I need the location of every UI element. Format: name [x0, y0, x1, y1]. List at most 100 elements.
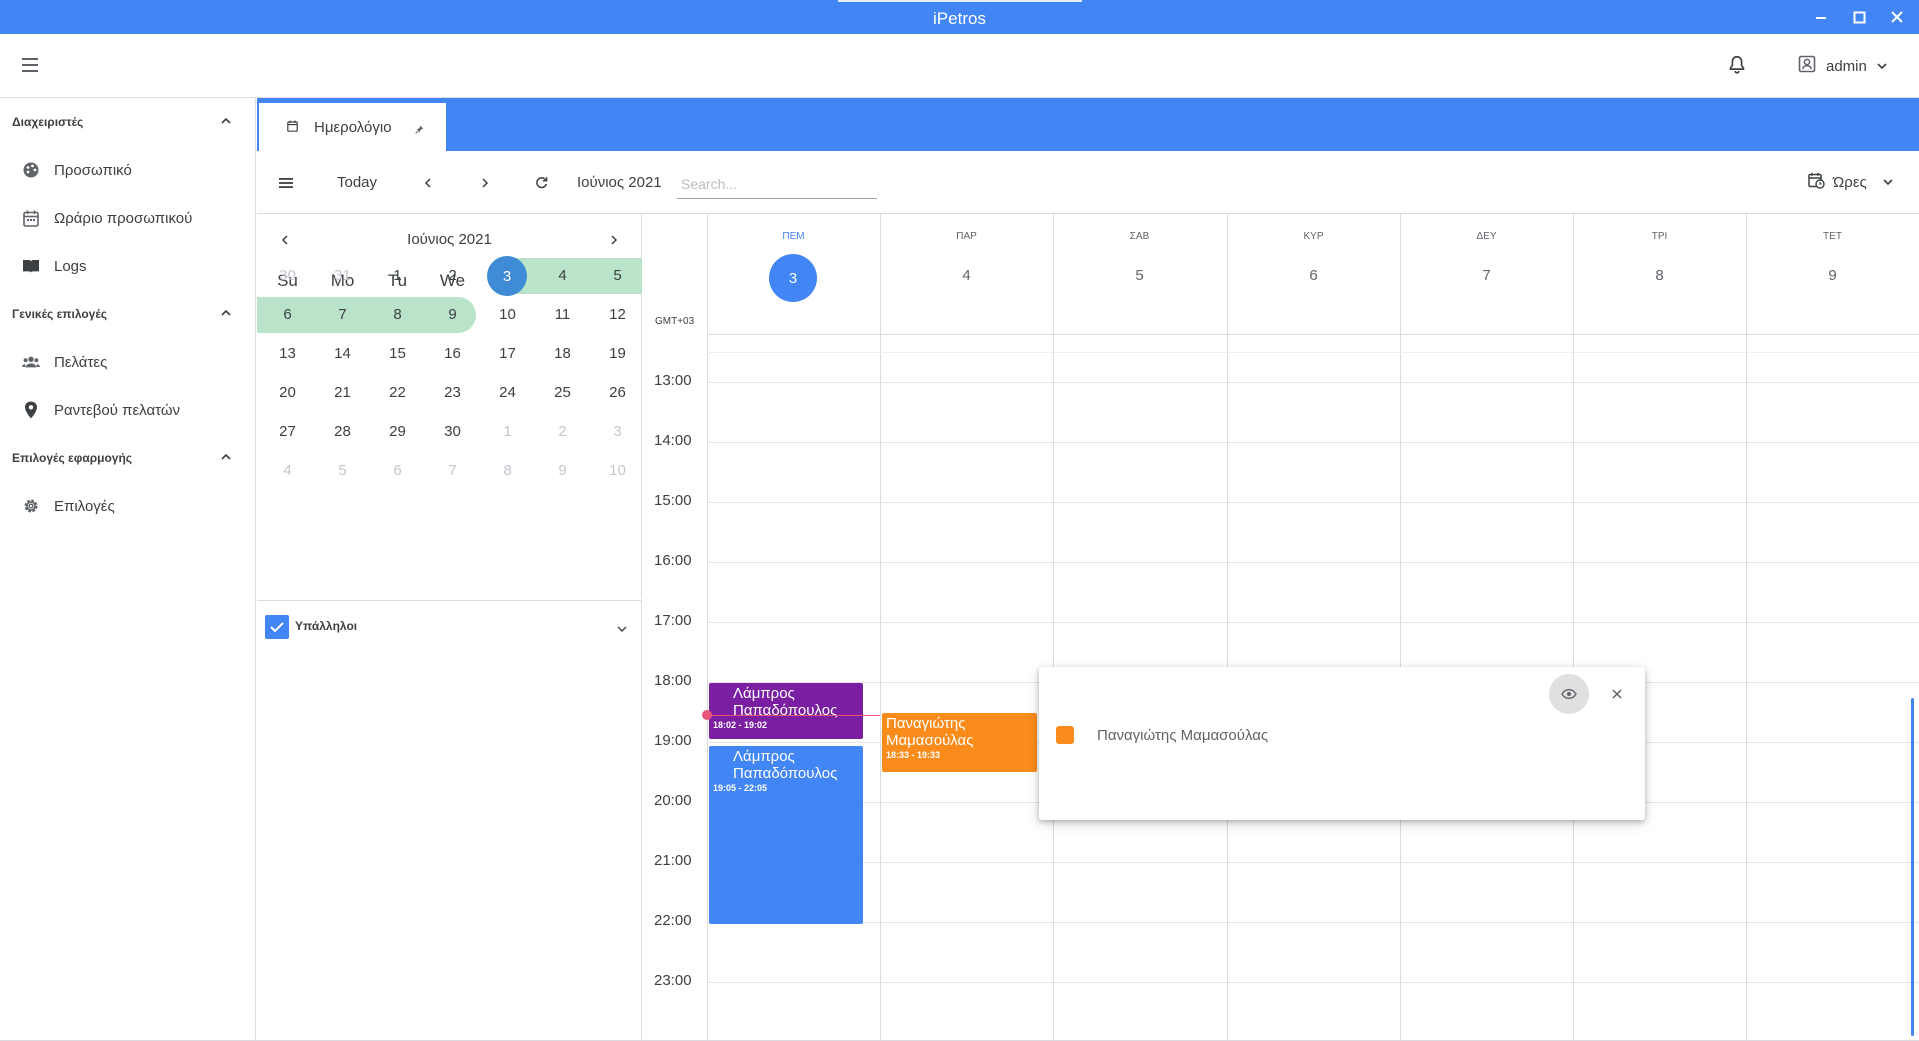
mini-calendar-day[interactable]: 11 [535, 296, 590, 332]
mini-calendar-day[interactable]: 16 [425, 335, 480, 371]
mini-calendar-day[interactable]: 5 [315, 452, 370, 488]
chevron-down-icon [1883, 174, 1893, 191]
sidebar-section-general[interactable]: Γενικές επιλογές [0, 290, 255, 338]
mini-calendar-day[interactable]: 22 [370, 374, 425, 410]
user-menu[interactable]: admin [1798, 52, 1887, 80]
day-header-number[interactable]: 4 [880, 267, 1053, 284]
maximize-icon[interactable] [1846, 5, 1872, 29]
tab-calendar[interactable]: Ημερολόγιο [259, 103, 446, 151]
sidebar-section-admins[interactable]: Διαχειριστές [0, 98, 255, 146]
pin-icon[interactable] [415, 121, 424, 138]
scrollbar[interactable] [1911, 698, 1914, 1036]
sidebar-section-app-options[interactable]: Επιλογές εφαρμογής [0, 434, 255, 482]
day-header-number[interactable]: 7 [1400, 267, 1573, 284]
day-header-number[interactable]: 6 [1227, 267, 1400, 284]
bell-icon[interactable] [1726, 54, 1752, 80]
mini-calendar-today[interactable]: 3 [487, 256, 527, 296]
search-field[interactable] [677, 169, 877, 199]
mini-calendar-day[interactable]: 24 [480, 374, 535, 410]
mini-calendar-day[interactable]: 28 [315, 413, 370, 449]
day-header-today[interactable]: 3 [769, 254, 817, 302]
day-header-number[interactable]: 5 [1053, 267, 1226, 284]
day-header-name: ΚΥΡ [1303, 231, 1324, 242]
event-title: Λάμπρος Παπαδόπουλος [733, 748, 838, 782]
mini-calendar-day[interactable]: 1 [480, 413, 535, 449]
event-card[interactable]: Λάμπρος Παπαδόπουλος 18:02 - 19:02 [709, 683, 863, 739]
mini-calendar-day[interactable]: 17 [480, 335, 535, 371]
chevron-right-icon[interactable] [481, 151, 489, 214]
eye-icon[interactable] [1549, 674, 1589, 714]
view-selector[interactable]: Ώρες [1808, 151, 1893, 214]
mini-calendar-day[interactable]: 9 [425, 296, 480, 332]
mini-calendar-day[interactable]: 4 [535, 257, 590, 293]
mini-calendar-header: Ιούνιος 2021 [257, 224, 642, 254]
mini-calendar-day[interactable]: 14 [315, 335, 370, 371]
mini-calendar-day[interactable]: 2 [425, 257, 480, 293]
mini-calendar-day[interactable]: 21 [315, 374, 370, 410]
chevron-up-icon [221, 453, 231, 460]
minimize-icon[interactable] [1808, 5, 1834, 29]
mini-calendar-day[interactable]: 27 [260, 413, 315, 449]
mini-calendar-day[interactable]: 7 [425, 452, 480, 488]
mini-calendar-day[interactable]: 1 [370, 257, 425, 293]
mini-calendar-day[interactable]: 8 [480, 452, 535, 488]
mini-calendar-day[interactable]: 4 [260, 452, 315, 488]
mini-calendar-day[interactable]: 20 [260, 374, 315, 410]
month-label: Ιούνιος 2021 [577, 174, 662, 191]
mini-calendar-day[interactable]: 6 [370, 452, 425, 488]
mini-calendar-day[interactable]: 8 [370, 296, 425, 332]
sidebar-item-staff-schedule[interactable]: Ωράριο προσωπικού [0, 194, 255, 242]
refresh-icon[interactable] [535, 151, 548, 214]
hour-label: 13:00 [654, 372, 692, 389]
chevron-left-icon[interactable] [424, 151, 432, 214]
sidebar-section-title: Γενικές επιλογές [12, 307, 107, 321]
search-input[interactable] [681, 175, 877, 192]
sidebar-item-logs[interactable]: Logs [0, 242, 255, 290]
event-card[interactable]: Παναγιώτης Μαμασούλας 18:33 - 19:33 [882, 713, 1037, 772]
event-time: 18:33 - 19:33 [886, 750, 941, 760]
mini-calendar-day[interactable]: 13 [260, 335, 315, 371]
mini-calendar-day[interactable]: 31 [315, 257, 370, 293]
hour-gridline [707, 622, 1919, 623]
close-icon[interactable] [1884, 5, 1910, 29]
mini-calendar-day[interactable]: 18 [535, 335, 590, 371]
sidebar-item-customer-appointments[interactable]: Ραντεβού πελατών [0, 386, 255, 434]
mini-calendar-day[interactable]: 6 [260, 296, 315, 332]
mini-calendar-day[interactable]: 3 [590, 413, 645, 449]
menu-icon[interactable] [279, 151, 293, 214]
day-header-name: ΤΡΙ [1651, 231, 1668, 242]
day-header-number[interactable]: 8 [1573, 267, 1746, 284]
sidebar-item-options[interactable]: Επιλογές [0, 482, 255, 530]
chevron-down-icon[interactable] [617, 621, 627, 639]
mini-calendar-day[interactable]: 10 [480, 296, 535, 332]
mini-calendar-day[interactable]: 30 [260, 257, 315, 293]
mini-calendar-day[interactable]: 10 [590, 452, 645, 488]
mini-calendar-day[interactable]: 12 [590, 296, 645, 332]
day-header-number[interactable]: 9 [1746, 267, 1919, 284]
today-button[interactable]: Today [337, 151, 377, 214]
mini-calendar-day[interactable]: 2 [535, 413, 590, 449]
mini-calendar-day[interactable]: 25 [535, 374, 590, 410]
mini-calendar-day[interactable]: 15 [370, 335, 425, 371]
mini-calendar-day[interactable]: 23 [425, 374, 480, 410]
sidebar-item-customers[interactable]: Πελάτες [0, 338, 255, 386]
tab-bar: Ημερολόγιο [257, 98, 1919, 151]
calendar-icon [287, 119, 298, 136]
mini-calendar-day[interactable]: 19 [590, 335, 645, 371]
mini-calendar-day[interactable]: 9 [535, 452, 590, 488]
employees-checkbox[interactable] [265, 615, 289, 639]
mini-calendar-day[interactable]: 7 [315, 296, 370, 332]
mini-calendar-day[interactable]: 5 [590, 257, 645, 293]
menu-icon[interactable] [22, 58, 42, 74]
mini-calendar-day[interactable]: 30 [425, 413, 480, 449]
close-icon[interactable] [1607, 684, 1627, 704]
sidebar-item-staff[interactable]: Προσωπικό [0, 146, 255, 194]
mini-calendar-day[interactable]: 26 [590, 374, 645, 410]
mini-calendar-day[interactable]: 29 [370, 413, 425, 449]
event-card[interactable]: Λάμπρος Παπαδόπουλος 19:05 - 22:05 [709, 746, 863, 924]
chevron-right-icon[interactable] [604, 230, 624, 250]
sidebar-item-label: Επιλογές [54, 497, 115, 515]
day-column-divider [1400, 214, 1401, 1041]
gear-icon [22, 497, 40, 515]
header-divider [707, 334, 1919, 335]
